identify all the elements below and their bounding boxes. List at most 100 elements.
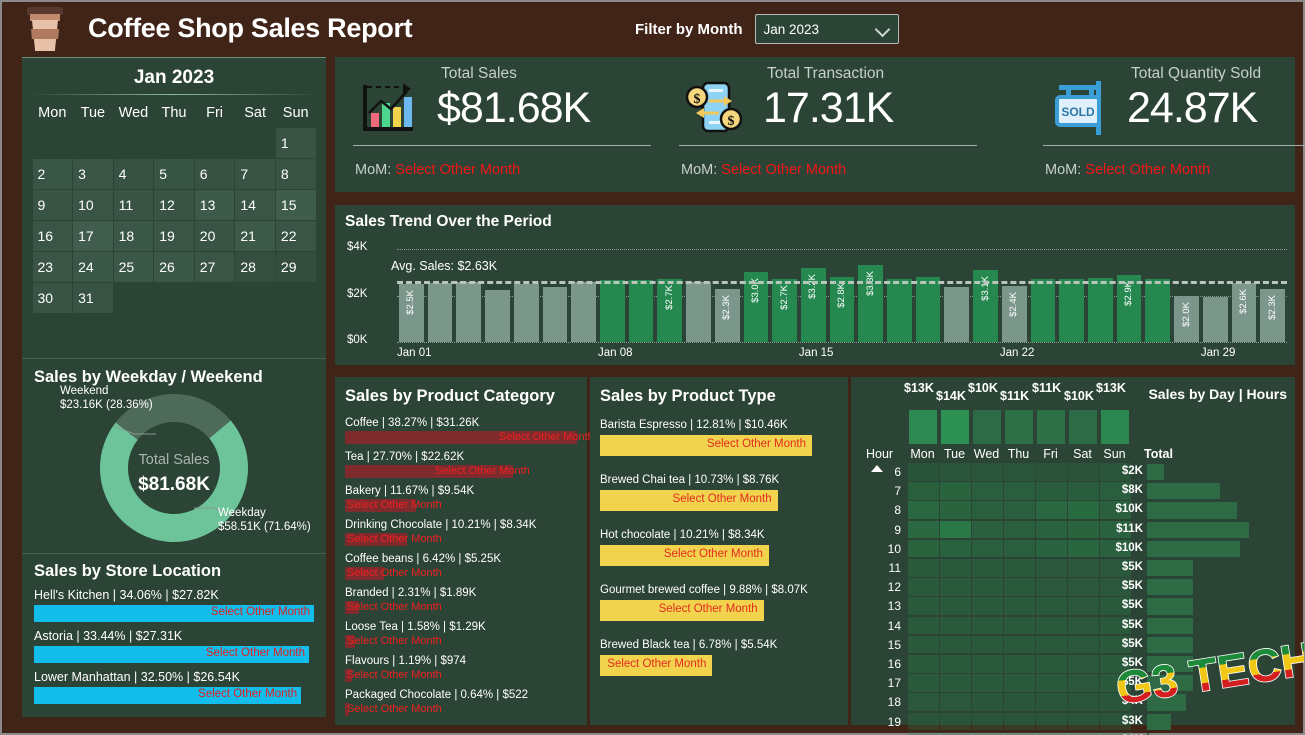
hour-label[interactable]: 19 (863, 715, 901, 729)
hour-label[interactable]: 16 (863, 657, 901, 671)
heatmap-cell[interactable] (908, 655, 939, 673)
heatmap-cell[interactable] (1068, 520, 1099, 539)
kpi-mom[interactable]: MoM: Select Other Month (355, 162, 520, 178)
day-total-bar[interactable] (1069, 410, 1097, 444)
trend-bar[interactable]: $2.6K (1231, 282, 1257, 342)
heatmap-cell[interactable] (1004, 597, 1035, 616)
hour-label[interactable]: 10 (863, 542, 901, 556)
trend-bar[interactable]: $2.7K (772, 279, 797, 342)
heatmap-cell[interactable] (1004, 635, 1035, 654)
calendar-day-cell[interactable]: 19 (154, 220, 194, 251)
day-total-bar[interactable] (1101, 410, 1129, 444)
product-category-row[interactable]: Tea | 27.70% | $22.62K Select Other Month (345, 451, 577, 478)
calendar-day-cell[interactable]: 12 (154, 189, 194, 220)
heatmap-cell[interactable] (940, 693, 971, 712)
calendar-day-cell[interactable]: 11 (113, 189, 154, 220)
heatmap-cell[interactable] (908, 539, 939, 558)
calendar-day-cell[interactable]: 26 (154, 251, 194, 282)
heatmap-cell[interactable] (1004, 463, 1035, 481)
hour-total-bar[interactable] (1147, 675, 1193, 692)
heatmap-cell[interactable] (908, 559, 939, 577)
trend-bar[interactable]: $2.8K (829, 276, 855, 342)
trend-bar[interactable] (944, 287, 970, 342)
hour-total-bar[interactable] (1147, 636, 1193, 653)
calendar-day-cell[interactable]: 2 (32, 158, 73, 189)
heatmap-cell[interactable] (1068, 655, 1099, 673)
hour-label[interactable]: 11 (863, 561, 901, 575)
trend-bar[interactable]: $2.3K (714, 288, 740, 342)
trend-bar[interactable] (628, 280, 654, 342)
heatmap-cell[interactable] (972, 674, 1003, 692)
hour-total-bar[interactable] (1147, 560, 1193, 577)
day-header[interactable]: Wed (972, 447, 1001, 461)
heatmap-cell[interactable] (972, 635, 1003, 654)
product-category-row[interactable]: Packaged Chocolate | 0.64% | $522 Select … (345, 689, 577, 716)
hour-total-bar[interactable] (1147, 483, 1221, 500)
trend-bar[interactable] (887, 279, 912, 342)
trend-bar[interactable]: $3.3K (858, 265, 884, 342)
day-total-bar[interactable] (1037, 410, 1065, 444)
trend-bar[interactable] (686, 281, 711, 342)
calendar-day-cell[interactable]: 18 (113, 220, 154, 251)
heatmap-cell[interactable] (1004, 539, 1035, 558)
heatmap-cell[interactable] (1036, 501, 1067, 520)
heatmap-cell[interactable] (940, 655, 971, 673)
heatmap-cell[interactable] (1068, 597, 1099, 616)
calendar-day-cell[interactable]: 17 (73, 220, 113, 251)
product-type-row[interactable]: Hot chocolate | 10.21% | $8.34K Select Ot… (600, 529, 836, 566)
heatmap-cell[interactable] (1004, 674, 1035, 692)
heatmap-cell[interactable] (1036, 578, 1067, 596)
trend-bar[interactable] (599, 280, 625, 342)
heatmap-cell[interactable] (1004, 559, 1035, 577)
heatmap-cell[interactable] (972, 655, 1003, 673)
heatmap-cell[interactable] (940, 712, 971, 731)
trend-bar[interactable] (1059, 279, 1085, 342)
heatmap-cell[interactable] (908, 712, 939, 731)
heatmap-cell[interactable] (972, 712, 1003, 731)
calendar-day-cell[interactable]: 24 (73, 251, 113, 282)
heatmap-cell[interactable] (940, 501, 971, 520)
trend-bar[interactable] (485, 289, 510, 342)
trend-bar[interactable] (1030, 279, 1056, 342)
calendar-day-cell[interactable]: 23 (32, 251, 73, 282)
heatmap-cell[interactable] (1036, 674, 1067, 692)
trend-bar[interactable]: $2.9K (1116, 274, 1142, 342)
heatmap-cell[interactable] (940, 578, 971, 596)
hour-total-bar[interactable] (1147, 540, 1240, 557)
heatmap-cell[interactable] (940, 482, 971, 500)
hour-total-bar[interactable] (1147, 521, 1249, 538)
heatmap-cell[interactable] (940, 539, 971, 558)
store-location-row[interactable]: Astoria | 33.44% | $27.31K Select Other M… (34, 629, 314, 663)
day-total-bar[interactable] (941, 410, 969, 444)
trend-bar[interactable]: $2.7K (657, 279, 683, 342)
heatmap-cell[interactable] (1068, 501, 1099, 520)
heatmap-cell[interactable] (972, 693, 1003, 712)
heatmap-cell[interactable] (1068, 674, 1099, 692)
day-total-bar[interactable] (909, 410, 937, 444)
heatmap-cell[interactable] (1036, 616, 1067, 635)
heatmap-cell[interactable] (1036, 693, 1067, 712)
heatmap-cell[interactable] (1004, 578, 1035, 596)
calendar-day-cell[interactable]: 6 (194, 158, 235, 189)
trend-bar[interactable] (456, 281, 482, 342)
hour-total-bar[interactable] (1147, 464, 1165, 481)
heatmap-cell[interactable] (908, 501, 939, 520)
store-location-row[interactable]: Hell's Kitchen | 34.06% | $27.82K Select … (34, 588, 314, 622)
hour-label[interactable]: 9 (863, 523, 901, 537)
calendar-day-cell[interactable]: 31 (73, 282, 113, 313)
heatmap-cell[interactable] (908, 616, 939, 635)
calendar-day-cell[interactable]: 4 (113, 158, 154, 189)
day-total-bar[interactable] (973, 410, 1001, 444)
trend-bar[interactable] (1145, 279, 1171, 342)
calendar-day-cell[interactable]: 16 (32, 220, 73, 251)
day-header[interactable]: Thu (1004, 447, 1033, 461)
hour-label[interactable]: 15 (863, 638, 901, 652)
heatmap-cell[interactable] (1036, 463, 1067, 481)
heatmap-cell[interactable] (908, 520, 939, 539)
product-category-row[interactable]: Flavours | 1.19% | $974 Select Other Mont… (345, 655, 577, 682)
heatmap-cell[interactable] (1068, 712, 1099, 731)
heatmap-cell[interactable] (1068, 693, 1099, 712)
hour-label[interactable]: 18 (863, 695, 901, 709)
heatmap-cell[interactable] (1036, 712, 1067, 731)
heatmap-cell[interactable] (972, 520, 1003, 539)
